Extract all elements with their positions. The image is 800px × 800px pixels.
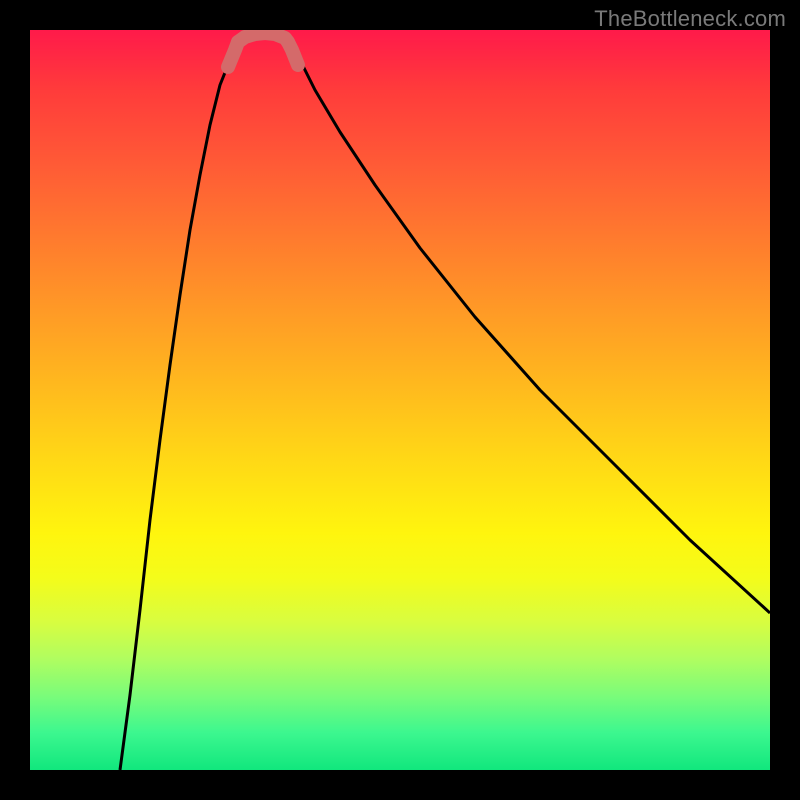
chart-svg: [30, 30, 770, 770]
series-highlight-bottom: [238, 33, 288, 42]
series-curve-right: [288, 42, 770, 613]
series-highlight-right-arm: [288, 42, 298, 65]
chart-plot-area: [30, 30, 770, 770]
series-curve-left: [120, 42, 238, 770]
watermark-text: TheBottleneck.com: [594, 6, 786, 32]
